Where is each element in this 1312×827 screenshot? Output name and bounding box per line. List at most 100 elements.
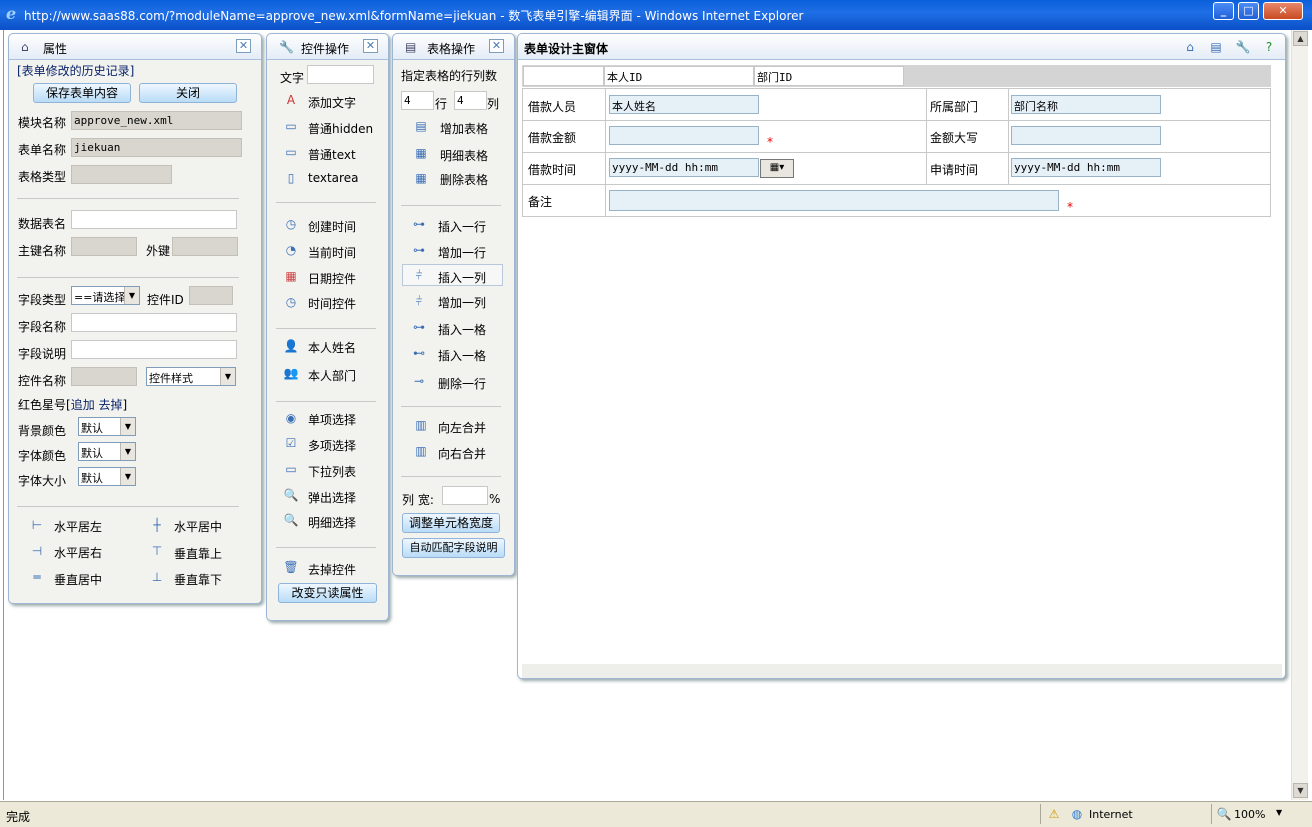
detail-search-icon[interactable]: 🔍 — [283, 512, 299, 528]
apply-time-field[interactable]: yyyy-MM-dd hh:mm — [1011, 158, 1161, 177]
insert-cell-icon[interactable]: ⊶ — [411, 319, 427, 335]
time-control-icon[interactable]: ◷ — [283, 294, 299, 310]
align-left-icon[interactable]: ⊢ — [29, 517, 45, 533]
data-table-field[interactable] — [71, 210, 237, 229]
scroll-up-icon[interactable]: ▲ — [1293, 31, 1308, 46]
header-cell-empty[interactable] — [523, 66, 604, 86]
calendar-picker-icon[interactable]: ▦▾ — [760, 159, 794, 178]
control-id-field[interactable] — [189, 286, 233, 305]
checkbox-item[interactable]: 多项选择 — [308, 437, 356, 454]
valign-bottom-icon[interactable]: ⊥ — [149, 569, 165, 585]
popup-search-icon[interactable]: 🔍 — [283, 487, 299, 503]
field-type-select[interactable]: ==请选择 ▼ — [71, 286, 140, 305]
horizontal-scroll-area[interactable] — [522, 664, 1282, 678]
font-color-select[interactable]: 默认 ▼ — [78, 442, 136, 461]
align-right-icon[interactable]: ⊣ — [29, 543, 45, 559]
merge-right-item[interactable]: 向右合并 — [438, 445, 486, 462]
remarks-field[interactable] — [609, 190, 1059, 211]
clock-icon[interactable]: ◔ — [283, 242, 299, 258]
control-name-field[interactable] — [71, 367, 137, 386]
add-table-item[interactable]: 增加表格 — [440, 120, 488, 137]
form-name-field[interactable]: jiekuan — [71, 138, 242, 157]
add-col-item[interactable]: 增加一列 — [438, 294, 486, 311]
borrow-time-field[interactable]: yyyy-MM-dd hh:mm — [609, 158, 759, 177]
insert-cell-icon[interactable]: ⊷ — [411, 345, 427, 361]
insert-col-icon[interactable]: ⫩ — [411, 267, 427, 283]
align-right-label[interactable]: 水平居右 — [54, 544, 102, 561]
bg-color-select[interactable]: 默认 ▼ — [78, 417, 136, 436]
insert-col-item[interactable]: 插入一列 — [438, 269, 486, 286]
merge-left-item[interactable]: 向左合并 — [438, 419, 486, 436]
star-add-link[interactable]: 追加 — [71, 398, 95, 412]
minimize-button[interactable]: _ — [1213, 2, 1234, 20]
align-center-label[interactable]: 水平居中 — [174, 518, 222, 535]
textbox-icon[interactable]: ▭ — [283, 144, 299, 160]
close-button[interactable]: 关闭 — [139, 83, 237, 103]
textarea-icon[interactable]: ▯ — [283, 170, 299, 186]
popup-select-item[interactable]: 弹出选择 — [308, 489, 356, 506]
dropdown-item[interactable]: 下拉列表 — [308, 463, 356, 480]
calendar-icon[interactable]: ▦ — [283, 268, 299, 284]
history-link[interactable]: [表单修改的历史记录] — [17, 62, 134, 79]
insert-cell-item[interactable]: 插入一格 — [438, 321, 486, 338]
valign-top-label[interactable]: 垂直靠上 — [174, 545, 222, 562]
merge-right-icon[interactable]: ▥ — [413, 443, 429, 459]
textarea-item[interactable]: textarea — [308, 171, 358, 185]
borrower-field[interactable]: 本人姓名 — [609, 95, 759, 114]
auto-match-button[interactable]: 自动匹配字段说明 — [402, 538, 505, 558]
remove-control-item[interactable]: 去掉控件 — [308, 561, 356, 578]
detail-table-item[interactable]: 明细表格 — [440, 147, 488, 164]
table-type-field[interactable] — [71, 165, 172, 184]
delete-row-icon[interactable]: ⊸ — [411, 373, 427, 389]
design-icon[interactable]: ▤ — [1208, 39, 1224, 55]
amount-field[interactable] — [609, 126, 759, 145]
my-name-item[interactable]: 本人姓名 — [308, 339, 356, 356]
text-input[interactable] — [307, 65, 374, 84]
save-form-button[interactable]: 保存表单内容 — [33, 83, 131, 103]
text-item[interactable]: 普通text — [308, 146, 356, 163]
now-time-item[interactable]: 当前时间 — [308, 244, 356, 261]
delete-table-icon[interactable]: ▦ — [413, 170, 429, 186]
dept-id-field[interactable]: 部门ID — [754, 66, 904, 86]
dropdown-icon[interactable]: ▭ — [283, 461, 299, 477]
merge-left-icon[interactable]: ▥ — [413, 417, 429, 433]
insert-row-icon[interactable]: ⊶ — [411, 216, 427, 232]
my-dept-item[interactable]: 本人部门 — [308, 367, 356, 384]
insert-cell-item-2[interactable]: 插入一格 — [438, 347, 486, 364]
time-control-item[interactable]: 时间控件 — [308, 295, 356, 312]
star-remove-link[interactable]: 去掉 — [99, 398, 123, 412]
primary-key-field[interactable] — [71, 237, 137, 256]
delete-table-item[interactable]: 删除表格 — [440, 171, 488, 188]
create-time-icon[interactable]: ◷ — [283, 216, 299, 232]
detail-table-icon[interactable]: ▦ — [413, 145, 429, 161]
module-name-field[interactable]: approve_new.xml — [71, 111, 242, 130]
add-row-icon[interactable]: ⊶ — [411, 242, 427, 258]
create-time-item[interactable]: 创建时间 — [308, 218, 356, 235]
valign-top-icon[interactable]: ⊤ — [149, 543, 165, 559]
help-icon[interactable]: ? — [1261, 39, 1277, 55]
rows-input[interactable]: 4 — [401, 91, 434, 110]
detail-select-item[interactable]: 明细选择 — [308, 514, 356, 531]
font-size-select[interactable]: 默认 ▼ — [78, 467, 136, 486]
zoom-icon[interactable]: 🔍 — [1216, 806, 1232, 822]
insert-row-item[interactable]: 插入一行 — [438, 218, 486, 235]
radio-icon[interactable]: ◉ — [283, 410, 299, 426]
close-window-button[interactable]: ✕ — [1263, 2, 1303, 20]
department-field[interactable]: 部门名称 — [1011, 95, 1161, 114]
my-id-field[interactable]: 本人ID — [604, 66, 754, 86]
adjust-width-button[interactable]: 调整单元格宽度 — [402, 513, 500, 533]
wrench-icon[interactable]: 🔧 — [1235, 39, 1251, 55]
hidden-item[interactable]: 普通hidden — [308, 120, 373, 137]
zoom-chevron-icon[interactable]: ▼ — [1276, 808, 1282, 817]
col-width-input[interactable] — [442, 486, 488, 505]
maximize-button[interactable]: □ — [1238, 2, 1259, 20]
amount-words-field[interactable] — [1011, 126, 1161, 145]
hidden-field-icon[interactable]: ▭ — [283, 118, 299, 134]
add-text-icon[interactable]: A — [283, 92, 299, 108]
trash-icon[interactable]: 🗑 — [283, 559, 299, 575]
add-text-item[interactable]: 添加文字 — [308, 94, 356, 111]
close-icon[interactable]: ✕ — [363, 39, 378, 53]
valign-bottom-label[interactable]: 垂直靠下 — [174, 571, 222, 588]
checkbox-icon[interactable]: ☑ — [283, 435, 299, 451]
user-icon[interactable]: 👤 — [283, 338, 299, 354]
